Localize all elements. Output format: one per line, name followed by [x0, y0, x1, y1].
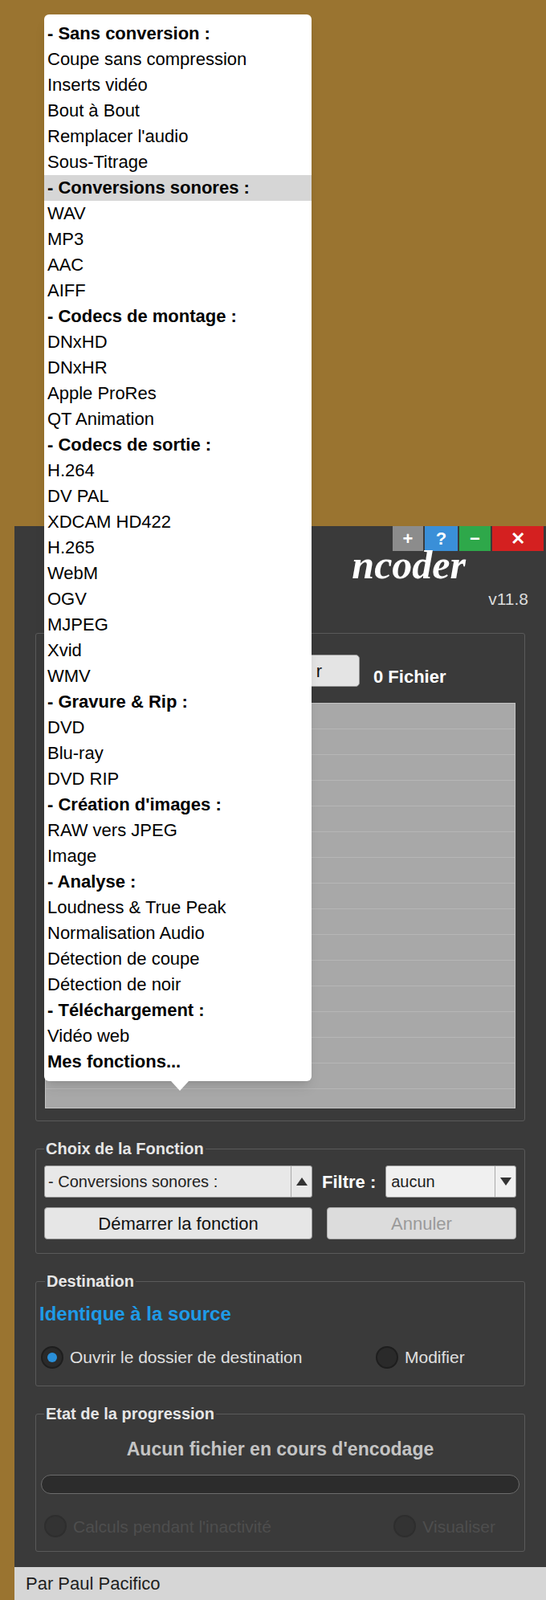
radio-circle[interactable]	[40, 1345, 64, 1369]
radio-option[interactable]: Modifier	[375, 1344, 465, 1370]
menu-item[interactable]: DV PAL	[44, 483, 312, 510]
menu-item[interactable]: DNxHD	[44, 329, 312, 355]
menu-pointer	[171, 1080, 189, 1091]
menu-item[interactable]: Vidéo web	[44, 1022, 312, 1049]
combo-arrow[interactable]	[290, 1165, 312, 1197]
menu-item[interactable]: Inserts vidéo	[44, 72, 312, 98]
destination-path: Identique à la source	[39, 1299, 517, 1329]
menu-item[interactable]: - Création d'images :	[44, 791, 312, 818]
function-combo[interactable]: - Conversions sonores :	[44, 1165, 313, 1198]
menu-item[interactable]: Blu-ray	[44, 740, 312, 767]
function-buttons: Démarrer la fonction Annuler	[44, 1206, 517, 1239]
progress-options: Calculs pendant l'inactivité Visualiser	[40, 1513, 520, 1540]
menu-item[interactable]: Normalisation Audio	[44, 920, 312, 946]
menu-item[interactable]: Apple ProRes	[44, 380, 312, 407]
menu-item[interactable]: - Codecs de montage :	[44, 303, 312, 330]
menu-item[interactable]: AAC	[44, 252, 312, 278]
menu-item[interactable]: Sous-Titrage	[44, 149, 312, 176]
function-menu[interactable]: - Sans conversion :Coupe sans compressio…	[44, 14, 312, 1081]
menu-item[interactable]: Mes fonctions...	[44, 1048, 312, 1075]
progress-track	[40, 1474, 520, 1494]
function-value[interactable]: - Conversions sonores :	[44, 1169, 291, 1194]
radio-circle	[44, 1514, 67, 1537]
menu-item[interactable]: Remplacer l'audio	[44, 123, 312, 150]
menu-item[interactable]: MJPEG	[44, 611, 312, 638]
radio-option: Calculs pendant l'inactivité	[44, 1513, 272, 1540]
menu-item[interactable]: H.264	[44, 457, 312, 484]
menu-item[interactable]: MP3	[44, 226, 312, 253]
arrow-up-icon	[296, 1177, 308, 1186]
filter-combo[interactable]: aucun	[385, 1165, 517, 1198]
progress-group: Etat de la progression Aucun fichier en c…	[35, 1401, 526, 1552]
menu-item[interactable]: WMV	[44, 663, 312, 689]
radio-label[interactable]: Modifier	[404, 1344, 465, 1370]
menu-item[interactable]: WAV	[44, 200, 312, 227]
menu-item[interactable]: H.265	[44, 534, 312, 561]
destination-group: Destination Identique à la source Ouvrir l…	[35, 1268, 526, 1386]
app-logo: ncoder	[351, 544, 466, 585]
radio-label[interactable]: Ouvrir le dossier de destination	[69, 1344, 302, 1370]
radio-label: Visualiser	[422, 1513, 496, 1540]
menu-item[interactable]: - Sans conversion :	[44, 20, 312, 47]
group-label: Etat de la progression	[44, 1401, 216, 1426]
menu-item[interactable]: Détection de coupe	[44, 945, 312, 972]
menu-item[interactable]: OGV	[44, 586, 312, 612]
radio-label: Calculs pendant l'inactivité	[73, 1513, 272, 1540]
radio-option[interactable]: Ouvrir le dossier de destination	[40, 1344, 376, 1370]
filter-value[interactable]: aucun	[386, 1169, 495, 1194]
menu-item[interactable]: Détection de noir	[44, 971, 312, 998]
menu-item[interactable]: DNxHR	[44, 354, 312, 381]
start-button[interactable]: Démarrer la fonction	[44, 1206, 313, 1239]
menu-item[interactable]: - Gravure & Rip :	[44, 688, 312, 715]
radio-circle[interactable]	[375, 1345, 399, 1369]
version-label: v11.8	[488, 586, 529, 612]
window-button[interactable]: ✕	[492, 525, 544, 551]
menu-item[interactable]: Bout à Bout	[44, 97, 312, 124]
menu-item[interactable]: Coupe sans compression	[44, 46, 312, 73]
menu-item[interactable]: WebM	[44, 560, 312, 587]
file-count: 0 Fichier	[373, 663, 446, 690]
menu-item[interactable]: RAW vers JPEG	[44, 817, 312, 844]
menu-item[interactable]: DVD	[44, 714, 312, 741]
group-label: Destination	[44, 1268, 136, 1293]
menu-item[interactable]: - Analyse :	[44, 868, 312, 895]
menu-item[interactable]: AIFF	[44, 277, 312, 304]
menu-item[interactable]: - Téléchargement :	[44, 997, 312, 1023]
radio-dot	[47, 1352, 58, 1362]
menu-item[interactable]: - Conversions sonores :	[44, 175, 312, 201]
function-row: - Conversions sonores : Filtre : aucun	[44, 1165, 517, 1198]
arrow-down-icon	[500, 1177, 512, 1186]
radio-circle	[393, 1514, 416, 1537]
radio-option: Visualiser	[393, 1513, 496, 1540]
menu-item[interactable]: - Codecs de sortie :	[44, 431, 312, 458]
menu-item[interactable]: Xvid	[44, 637, 312, 664]
menu-item[interactable]: Image	[44, 843, 312, 869]
cancel-button[interactable]: Annuler	[326, 1206, 517, 1239]
menu-item[interactable]: XDCAM HD422	[44, 509, 312, 535]
menu-item[interactable]: QT Animation	[44, 406, 312, 432]
author-footer: Par Paul Pacifico	[14, 1566, 546, 1600]
menu-item[interactable]: Loudness & True Peak	[44, 894, 312, 921]
destination-options: Ouvrir le dossier de destination Modifier	[39, 1344, 517, 1370]
function-group: Choix de la Fonction - Conversions sonore…	[35, 1136, 526, 1254]
menu-item[interactable]: DVD RIP	[44, 766, 312, 792]
group-label: Choix de la Fonction	[44, 1136, 206, 1161]
progress-status: Aucun fichier en cours d'encodage	[40, 1434, 520, 1463]
desktop-background: +?−✕ncoderv11.8r0 FichierChoix de la Fon…	[0, 0, 546, 1600]
filter-label: Filtre :	[321, 1168, 376, 1195]
combo-arrow[interactable]	[494, 1165, 516, 1197]
